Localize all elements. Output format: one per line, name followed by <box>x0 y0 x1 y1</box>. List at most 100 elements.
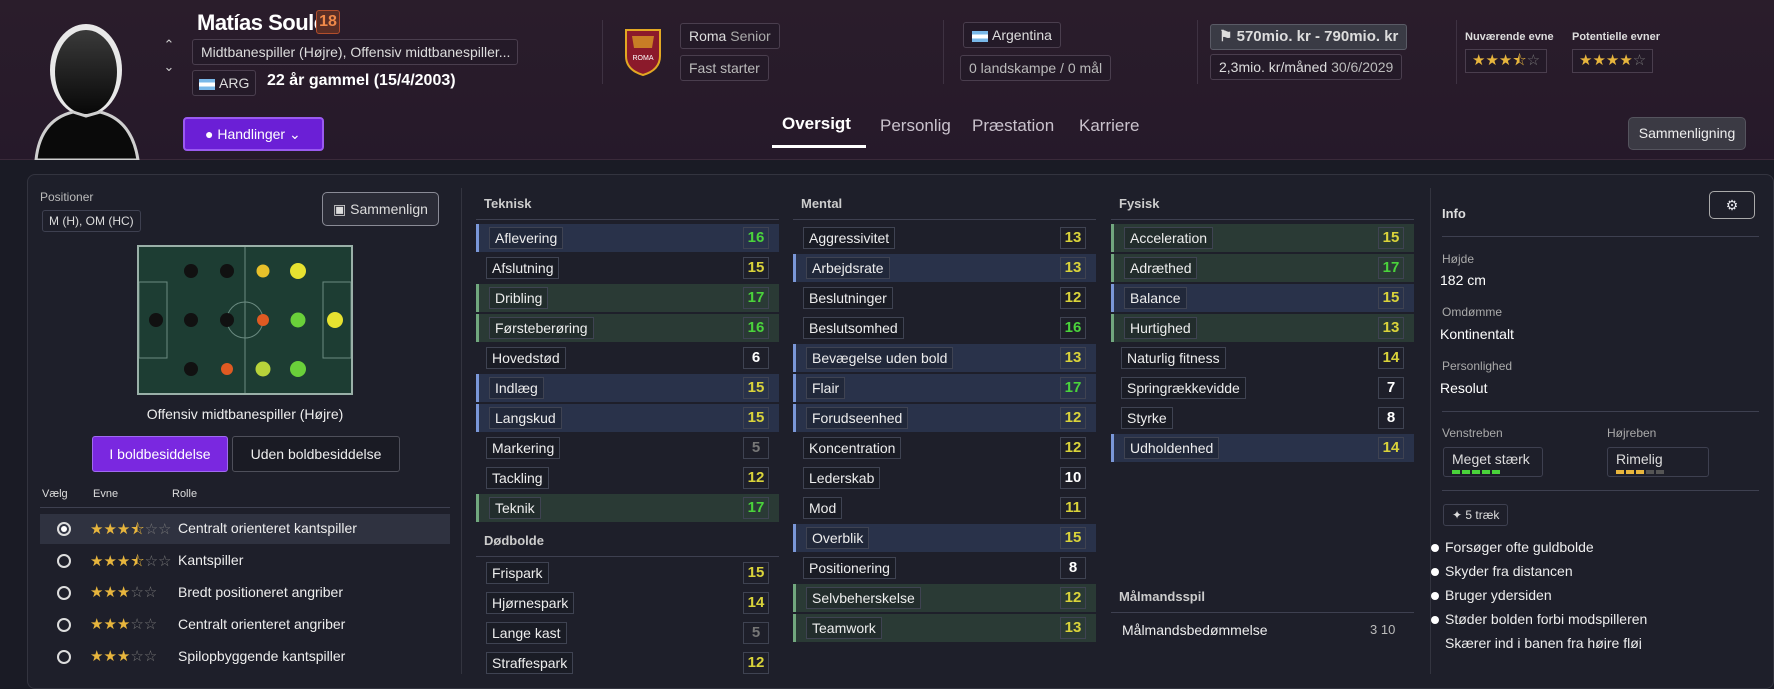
attribute-row[interactable]: Teknik 17 <box>476 494 779 522</box>
attribute-row[interactable]: Dribling 17 <box>476 284 779 312</box>
attribute-row[interactable]: Udholdenhed 14 <box>1111 434 1414 462</box>
value-pill: ⚑ 570mio. kr - 790mio. kr <box>1210 24 1408 50</box>
attribute-row[interactable]: Afslutning 15 <box>476 254 779 282</box>
attribute-row[interactable]: Lange kast 5 <box>476 619 779 647</box>
club-pill[interactable]: Roma Senior <box>680 23 780 49</box>
attribute-row[interactable]: Bevægelse uden bold 13 <box>793 344 1096 372</box>
player-nav-arrows[interactable]: ⌃ ⌄ <box>162 34 176 78</box>
right-foot-bar <box>1616 468 1700 475</box>
trait-item: Bruger ydersiden <box>1431 587 1552 603</box>
role-row[interactable]: ★★★☆☆ Bredt positioneret angriber <box>40 578 450 608</box>
attribute-name: Lederskab <box>803 467 881 489</box>
set-pieces-title: Dødbolde <box>484 533 544 548</box>
col-ability: Evne <box>93 488 119 500</box>
attribute-row[interactable]: Straffespark 12 <box>476 649 779 677</box>
compare-positions-button[interactable]: ▣ Sammenlign <box>322 192 439 226</box>
attribute-row[interactable]: Teamwork 13 <box>793 614 1096 642</box>
attribute-name: Styrke <box>1121 407 1173 429</box>
wage-pill: 2,3mio. kr/måned 30/6/2029 <box>1210 54 1403 80</box>
divider <box>1442 411 1759 412</box>
compare-button[interactable]: Sammenligning <box>1628 117 1746 150</box>
attribute-row[interactable]: Tackling 12 <box>476 464 779 492</box>
attribute-row[interactable]: Overblik 15 <box>793 524 1096 552</box>
attribute-row[interactable]: Styrke 8 <box>1111 404 1414 432</box>
player-header: ⌃ ⌄ Matías Soulé 18 Midtbanespiller (Høj… <box>0 0 1774 160</box>
attribute-value: 15 <box>743 562 769 584</box>
argentina-flag-icon <box>199 78 215 90</box>
attribute-row[interactable]: Hovedstød 6 <box>476 344 779 372</box>
role-name: Bredt positioneret angriber <box>178 584 343 600</box>
role-stars: ★★★☆☆ <box>90 616 158 633</box>
attribute-row[interactable]: Arbejdsrate 13 <box>793 254 1096 282</box>
positions-label: Positioner <box>40 190 94 204</box>
traits-button[interactable]: ✦ 5 træk <box>1443 504 1509 526</box>
attribute-row[interactable]: Flair 17 <box>793 374 1096 402</box>
role-radio[interactable] <box>57 618 71 632</box>
actions-button[interactable]: ● Handlinger ⌄ <box>183 117 324 151</box>
in-possession-button[interactable]: I boldbesiddelse <box>92 436 228 472</box>
club-crest-icon[interactable]: ROMA <box>622 26 664 76</box>
tab-karriere[interactable]: Karriere <box>1079 116 1139 136</box>
attribute-row[interactable]: Lederskab 10 <box>793 464 1096 492</box>
attribute-row[interactable]: Hjørnespark 14 <box>476 589 779 617</box>
right-foot-value: Rimelig <box>1616 451 1663 467</box>
attribute-row[interactable]: Balance 15 <box>1111 284 1414 312</box>
role-row[interactable]: ★★★⯪☆☆ Kantspiller <box>40 546 450 576</box>
attribute-value: 5 <box>743 622 769 644</box>
attribute-row[interactable]: Indlæg 15 <box>476 374 779 402</box>
attribute-row[interactable]: Langskud 15 <box>476 404 779 432</box>
attribute-row[interactable]: Førsteberøring 16 <box>476 314 779 342</box>
attribute-row[interactable]: Acceleration 15 <box>1111 224 1414 252</box>
attribute-value: 12 <box>1060 437 1086 459</box>
attribute-value: 13 <box>1060 617 1086 639</box>
role-radio[interactable] <box>57 554 71 568</box>
attribute-row[interactable]: Frispark 15 <box>476 559 779 587</box>
attribute-row[interactable]: Positionering 8 <box>793 554 1096 582</box>
chevron-down-icon[interactable]: ⌄ <box>162 56 176 78</box>
attribute-row[interactable]: Hurtighed 13 <box>1111 314 1414 342</box>
nation-pill[interactable]: Argentina <box>963 22 1061 48</box>
attribute-row[interactable]: Aggressivitet 13 <box>793 224 1096 252</box>
role-name: Kantspiller <box>178 552 244 568</box>
attribute-name: Beslutninger <box>803 287 893 309</box>
attribute-row[interactable]: Forudseenhed 12 <box>793 404 1096 432</box>
club-name: Roma <box>689 28 727 44</box>
attribute-value: 12 <box>1060 407 1086 429</box>
attribute-name: Aggressivitet <box>803 227 896 249</box>
potential-ability-stars: ★★★★☆ <box>1572 49 1654 73</box>
personality-label: Personlighed <box>1442 359 1513 373</box>
role-row[interactable]: ★★★⯪☆☆ Centralt orienteret kantspiller <box>40 514 450 544</box>
role-row[interactable]: ★★★☆☆ Centralt orienteret angriber <box>40 610 450 640</box>
position-dot <box>149 313 163 327</box>
tab-oversigt[interactable]: Oversigt <box>782 114 851 134</box>
role-stars: ★★★⯪☆☆ <box>90 553 172 570</box>
role-radio[interactable] <box>57 586 71 600</box>
divider <box>1442 236 1759 237</box>
attribute-row[interactable]: Naturlig fitness 14 <box>1111 344 1414 372</box>
chevron-up-icon[interactable]: ⌃ <box>162 34 176 56</box>
attribute-row[interactable]: Mod 11 <box>793 494 1096 522</box>
attribute-value: 13 <box>1060 347 1086 369</box>
tab-praestation[interactable]: Præstation <box>972 116 1054 136</box>
attribute-row[interactable]: Springrækkevidde 7 <box>1111 374 1414 402</box>
attribute-row[interactable]: Adræthed 17 <box>1111 254 1414 282</box>
person-settings-icon[interactable]: ⚙ <box>1709 191 1755 219</box>
attribute-name: Arbejdsrate <box>806 257 890 279</box>
divider <box>602 20 603 84</box>
attribute-row[interactable]: Selvbeherskelse 12 <box>793 584 1096 612</box>
position-pitch <box>137 245 353 395</box>
position-dot <box>257 314 269 326</box>
role-radio[interactable] <box>57 522 71 536</box>
person-icon: ● <box>205 126 214 142</box>
role-radio[interactable] <box>57 650 71 664</box>
attribute-row[interactable]: Aflevering 16 <box>476 224 779 252</box>
role-row[interactable]: ★★★☆☆ Spilopbyggende kantspiller <box>40 642 450 672</box>
attribute-row[interactable]: Markering 5 <box>476 434 779 462</box>
attribute-row[interactable]: Beslutninger 12 <box>793 284 1096 312</box>
attribute-row[interactable]: Koncentration 12 <box>793 434 1096 462</box>
attribute-row[interactable]: Beslutsomhed 16 <box>793 314 1096 342</box>
out-possession-button[interactable]: Uden boldbesiddelse <box>232 436 400 472</box>
attribute-name: Adræthed <box>1124 257 1198 279</box>
attribute-value: 14 <box>1378 347 1404 369</box>
tab-personlig[interactable]: Personlig <box>880 116 951 136</box>
